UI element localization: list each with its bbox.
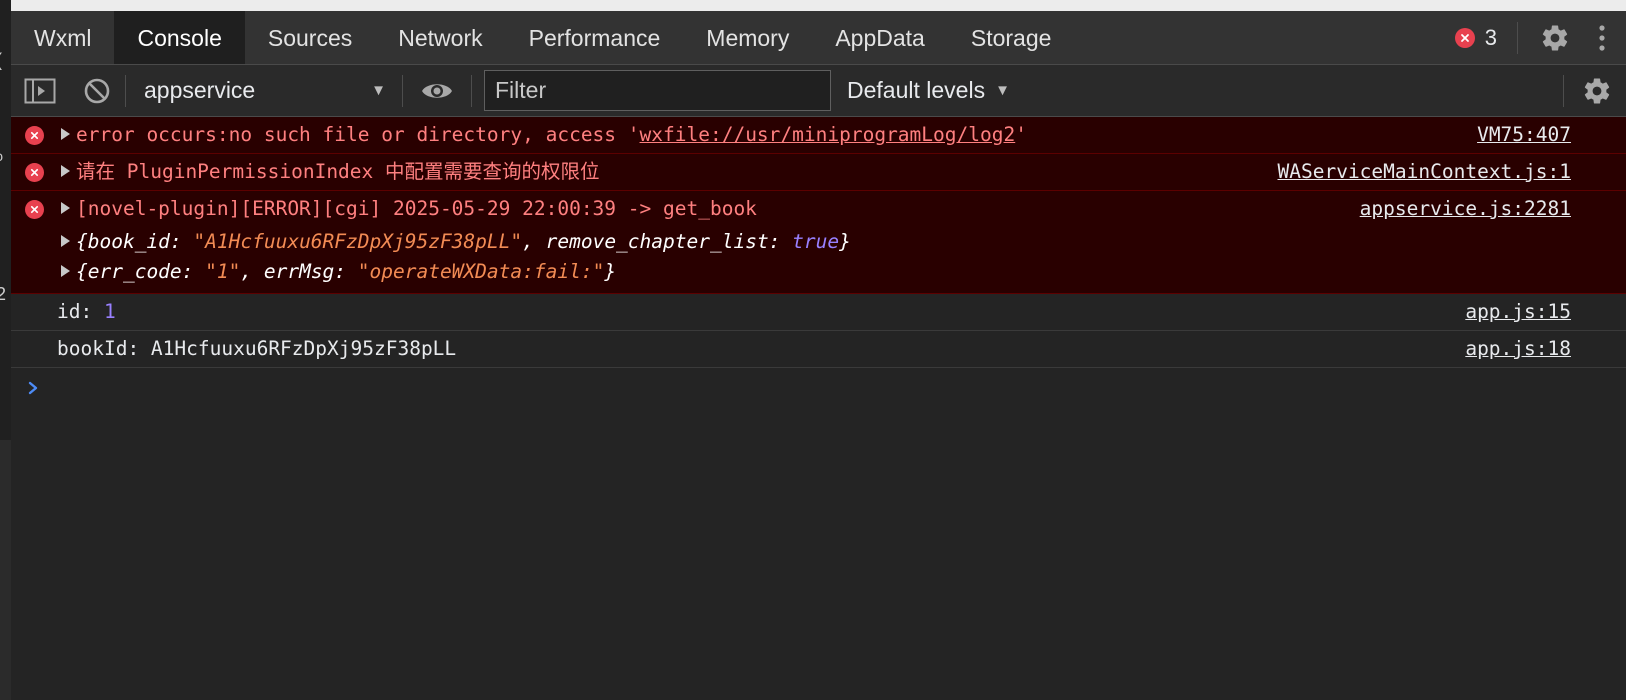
expand-triangle-icon[interactable]: [61, 201, 70, 214]
file-link[interactable]: wxfile://usr/miniprogramLog/log2: [640, 123, 1016, 146]
console-message-error: [novel-plugin][ERROR][cgi] 2025-05-29 22…: [11, 191, 1626, 294]
boolean-value: true: [792, 230, 840, 253]
console-toolbar: appservice ▼ Default levels ▼: [11, 65, 1626, 117]
tab-network[interactable]: Network: [375, 11, 505, 64]
source-link[interactable]: VM75:407: [1477, 117, 1571, 153]
expand-triangle-icon[interactable]: [61, 127, 70, 140]
divider: [471, 74, 472, 107]
tab-wxml[interactable]: Wxml: [11, 11, 114, 64]
log-levels-label: Default levels: [847, 77, 986, 103]
console-messages: error occurs:no such file or directory, …: [11, 117, 1626, 408]
settings-button[interactable]: [1538, 21, 1572, 55]
devtools-panel: Wxml Console Sources Network Performance…: [11, 11, 1626, 700]
string-value: "operateWXData:fail:": [357, 260, 605, 283]
window-top-edge: [0, 0, 1626, 11]
source-link[interactable]: app.js:15: [1465, 294, 1571, 330]
dropdown-caret-icon: ▼: [995, 82, 1010, 99]
message-text: ': [1015, 123, 1027, 146]
sidebar-toggle-icon: [24, 78, 56, 103]
number-value: 1: [103, 300, 116, 323]
message-line: bookId: A1Hcfuuxu6RFzDpXj95zF38pLL app.j…: [11, 331, 1626, 367]
expand-triangle-icon[interactable]: [61, 264, 70, 277]
divider: [1563, 75, 1564, 107]
edge-fragment: (: [0, 50, 2, 71]
tab-performance[interactable]: Performance: [506, 11, 684, 64]
context-selector[interactable]: appservice ▼: [126, 65, 402, 117]
message-text: 请在 PluginPermissionIndex 中配置需要查询的权限位: [76, 160, 600, 183]
tab-appdata[interactable]: AppData: [812, 11, 948, 64]
error-count: 3: [1484, 25, 1497, 50]
more-options-button[interactable]: [1592, 21, 1612, 55]
gear-icon: [1542, 25, 1568, 51]
gear-icon: [1584, 78, 1610, 104]
console-message-error: 请在 PluginPermissionIndex 中配置需要查询的权限位 WAS…: [11, 154, 1626, 191]
error-icon: [25, 126, 44, 145]
log-levels-dropdown[interactable]: Default levels ▼: [847, 77, 1010, 104]
object-preview[interactable]: {err_code: "1", errMsg: "operateWXData:f…: [11, 257, 1626, 287]
message-text: bookId: A1Hcfuuxu6RFzDpXj95zF38pLL: [57, 337, 457, 360]
filter-input[interactable]: [495, 77, 820, 104]
edge-fragment: 2: [0, 284, 7, 304]
eye-icon: [422, 83, 452, 98]
tab-storage[interactable]: Storage: [948, 11, 1075, 64]
context-label: appservice: [144, 77, 256, 103]
edge-fragment: ɔ: [0, 148, 3, 164]
string-value: "1": [205, 260, 241, 283]
expand-triangle-icon[interactable]: [61, 234, 70, 247]
error-icon: [1454, 28, 1475, 48]
source-link[interactable]: WAServiceMainContext.js:1: [1278, 154, 1572, 190]
message-line: id: 1 app.js:15: [11, 294, 1626, 330]
toolbar-actions: [1563, 65, 1626, 117]
dropdown-caret-icon: ▼: [371, 82, 386, 99]
edge-block: [0, 440, 11, 700]
kebab-menu-icon: [1599, 25, 1605, 51]
error-icon: [25, 200, 44, 219]
message-text: error occurs:no such file or directory, …: [76, 123, 640, 146]
live-expression-button[interactable]: [403, 65, 471, 117]
tab-console[interactable]: Console: [114, 11, 245, 64]
divider: [1517, 22, 1518, 54]
console-prompt[interactable]: [11, 368, 1626, 408]
tab-sources[interactable]: Sources: [245, 11, 375, 64]
tab-bar-actions: 3: [1454, 11, 1626, 65]
message-line: 请在 PluginPermissionIndex 中配置需要查询的权限位 WAS…: [11, 154, 1626, 190]
message-line: error occurs:no such file or directory, …: [11, 117, 1626, 153]
expand-triangle-icon[interactable]: [61, 164, 70, 177]
message-text: id:: [57, 300, 104, 323]
console-message-error: error occurs:no such file or directory, …: [11, 117, 1626, 154]
error-icon: [25, 163, 44, 182]
left-edge-strip: ( ɔ 2: [0, 0, 11, 700]
source-link[interactable]: app.js:18: [1465, 331, 1571, 367]
console-settings-button[interactable]: [1580, 74, 1614, 108]
source-link[interactable]: appservice.js:2281: [1360, 191, 1571, 227]
object-preview[interactable]: {book_id: "A1Hcfuuxu6RFzDpXj95zF38pLL", …: [11, 227, 1626, 257]
console-message-log: id: 1 app.js:15: [11, 294, 1626, 331]
message-text: [novel-plugin][ERROR][cgi] 2025-05-29 22…: [76, 197, 757, 220]
filter-field[interactable]: [484, 70, 831, 111]
error-count-badge[interactable]: 3: [1454, 25, 1497, 51]
console-message-log: bookId: A1Hcfuuxu6RFzDpXj95zF38pLL app.j…: [11, 331, 1626, 368]
show-sidebar-button[interactable]: [11, 65, 69, 117]
clear-console-button[interactable]: [69, 65, 125, 117]
message-line: [novel-plugin][ERROR][cgi] 2025-05-29 22…: [11, 191, 1626, 227]
string-value: "A1Hcfuuxu6RFzDpXj95zF38pLL": [193, 230, 523, 253]
chevron-right-icon: [28, 381, 38, 395]
tab-memory[interactable]: Memory: [683, 11, 812, 64]
tab-bar: Wxml Console Sources Network Performance…: [11, 11, 1626, 65]
clear-icon: [84, 78, 110, 103]
